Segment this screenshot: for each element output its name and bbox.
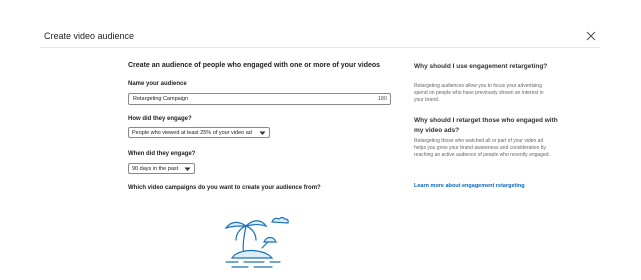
island-illustration	[224, 216, 289, 268]
close-icon[interactable]	[585, 30, 597, 42]
form-heading: Create an audience of people who engaged…	[128, 62, 381, 69]
audience-name-input[interactable]: Retargeting Campaign 180	[128, 93, 391, 105]
character-counter: 180	[377, 96, 387, 102]
chevron-down-icon	[184, 167, 191, 171]
engagement-select-value: People who viewed at least 25% of your v…	[132, 130, 252, 136]
dialog-header: Create video audience	[0, 0, 641, 48]
timeframe-select-value: 90 days in the past	[132, 166, 179, 172]
header-divider	[40, 47, 600, 48]
sidebar-question-1: Why should I use engagement retargeting?	[414, 63, 548, 70]
campaigns-label: Which video campaigns do you want to cre…	[128, 185, 321, 191]
sidebar-question-2: Why should I retarget those who engaged …	[414, 117, 558, 134]
timeframe-select[interactable]: 90 days in the past	[128, 163, 195, 174]
chevron-down-icon	[259, 131, 266, 135]
engagement-select[interactable]: People who viewed at least 25% of your v…	[128, 127, 270, 138]
name-label: Name your audience	[128, 81, 187, 87]
when-label: When did they engage?	[128, 151, 196, 157]
dialog-title: Create video audience	[44, 31, 135, 41]
learn-more-link[interactable]: Learn more about engagement retargeting	[414, 183, 525, 189]
sidebar-answer-2: Retargeting those who watched all or par…	[414, 138, 550, 158]
audience-name-value: Retargeting Campaign	[133, 96, 189, 102]
sidebar-answer-1: Retargeting audiences allow you to focus…	[414, 83, 544, 103]
engage-label: How did they engage?	[128, 116, 192, 122]
